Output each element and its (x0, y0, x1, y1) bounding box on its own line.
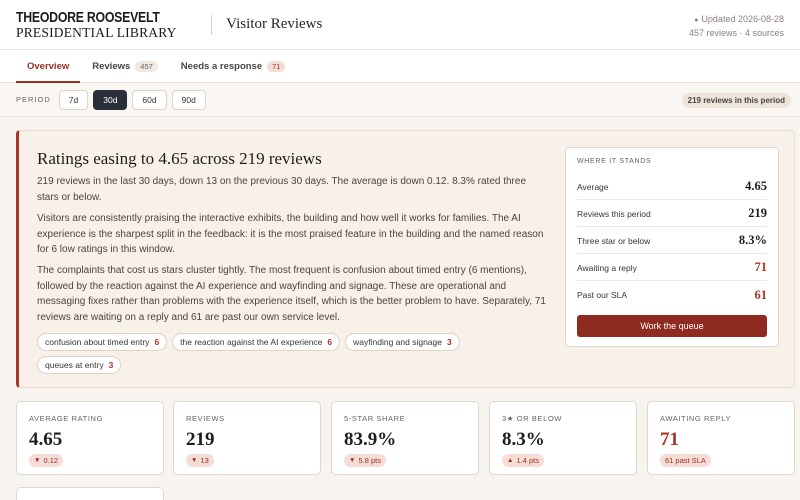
period-label: PERIOD (16, 95, 51, 104)
chip-label: queues at entry (45, 360, 104, 370)
tab-needs-response[interactable]: Needs a response 71 (170, 50, 297, 82)
kpi-five-star-share: 5-STAR SHARE 83.9% ▼ 5.8 pts (331, 401, 479, 475)
kpi-delta: 0.12 (43, 456, 59, 465)
where-it-stands-title: WHERE IT STANDS (577, 158, 652, 165)
kpi-delta-badge: ▼ 0.12 (29, 454, 64, 467)
chip-label: wayfinding and signage (353, 337, 442, 347)
stat-value: 61 (754, 287, 768, 302)
stat-value: 4.65 (745, 179, 767, 193)
down-arrow-icon: ▼ (191, 457, 198, 464)
stat-label: Awaiting a reply (577, 262, 637, 273)
kpi-label: 5-STAR SHARE (344, 414, 406, 423)
logo-line-2: PRESIDENTIAL LIBRARY (16, 24, 177, 40)
logo-line-1: THEODORE ROOSEVELT (16, 8, 160, 26)
stat-label: Reviews this period (577, 208, 651, 219)
stat-awaiting-reply: Awaiting a reply 71 (577, 255, 767, 281)
stat-past-sla: Past our SLA 61 (577, 282, 767, 308)
stat-average: Average 4.65 (577, 174, 767, 200)
summary-card: Ratings easing to 4.65 across 219 review… (16, 130, 795, 388)
kpi-delta: 61 past SLA (665, 456, 706, 465)
kpi-value: 71 (660, 429, 679, 450)
review-source-count: 457 reviews · 4 sources (688, 28, 784, 38)
kpi-delta-badge: ▼ 13 (186, 454, 214, 467)
period-bar: PERIOD 7d 30d 60d 90d 219 reviews in thi… (0, 83, 800, 117)
work-the-queue-button[interactable]: Work the queue (577, 315, 767, 337)
stat-three-star-below: Three star or below 8.3% (577, 228, 767, 254)
chip-count: 6 (327, 337, 333, 347)
where-it-stands-panel: WHERE IT STANDS Average 4.65 Reviews thi… (565, 147, 779, 347)
kpi-label: AWAITING REPLY (660, 414, 732, 423)
stat-reviews-period: Reviews this period 219 (577, 201, 767, 227)
tab-overview-label: Overview (27, 60, 70, 72)
kpi-label: 3★ OR BELOW (502, 414, 563, 423)
kpi-card-partial (16, 487, 164, 500)
kpi-reviews: REVIEWS 219 ▼ 13 (173, 401, 321, 475)
chip-ai-experience[interactable]: the reaction against the AI experience 6 (172, 333, 341, 351)
app-header: THEODORE ROOSEVELT PRESIDENTIAL LIBRARY … (0, 0, 800, 50)
chip-count: 3 (446, 337, 452, 347)
period-90d-button[interactable]: 90d (171, 89, 206, 110)
tab-needs-response-count: 71 (267, 60, 286, 72)
kpi-delta-badge: ▲ 1.4 pts (502, 454, 544, 467)
chip-label: the reaction against the AI experience (180, 337, 323, 347)
page-title: Visitor Reviews (226, 16, 323, 32)
update-status: ● Updated 2026-08-28 457 reviews · 4 sour… (689, 13, 784, 40)
header-divider (211, 14, 213, 35)
kpi-delta-badge: 61 past SLA (660, 454, 711, 467)
period-7d-button[interactable]: 7d (58, 89, 89, 110)
stat-value: 71 (754, 260, 768, 274)
kpi-value: 8.3% (502, 429, 545, 450)
tab-needs-response-label: Needs a response (180, 60, 263, 72)
kpi-awaiting-reply: AWAITING REPLY 71 61 past SLA (647, 401, 795, 475)
stat-label: Three star or below (577, 235, 651, 246)
chip-count: 6 (154, 337, 160, 347)
summary-paragraph-1: 219 reviews in the last 30 days, down 13… (37, 176, 527, 203)
kpi-label: AVERAGE RATING (29, 414, 103, 423)
stat-value: 8.3% (738, 233, 767, 247)
stat-label: Past our SLA (577, 290, 628, 300)
stat-value: 219 (748, 206, 767, 220)
summary-paragraph-3: The complaints that cost us stars cluste… (37, 265, 546, 323)
summary-headline: Ratings easing to 4.65 across 219 review… (37, 149, 322, 168)
status-dot-icon: ● (694, 17, 699, 24)
complaint-chips: confusion about timed entry 6 the reactio… (37, 333, 507, 374)
down-arrow-icon: ▼ (34, 457, 41, 464)
chip-label: confusion about timed entry (45, 337, 150, 347)
kpi-three-star-below: 3★ OR BELOW 8.3% ▲ 1.4 pts (489, 401, 637, 475)
stat-label: Average (577, 181, 609, 192)
chip-timed-entry[interactable]: confusion about timed entry 6 (37, 333, 168, 351)
kpi-value: 83.9% (344, 429, 397, 450)
chip-queues[interactable]: queues at entry 3 (37, 356, 122, 374)
updated-text: Updated 2026-08-28 (701, 14, 784, 24)
kpi-value: 4.65 (29, 429, 63, 450)
kpi-value: 219 (186, 429, 215, 450)
tab-reviews-label: Reviews (92, 60, 131, 72)
kpi-delta: 1.4 pts (516, 456, 539, 465)
up-arrow-icon: ▲ (507, 457, 514, 464)
kpi-label: REVIEWS (186, 414, 225, 423)
tab-reviews-count: 457 (135, 60, 158, 72)
chip-wayfinding[interactable]: wayfinding and signage 3 (345, 333, 460, 351)
kpi-delta: 13 (200, 456, 209, 465)
kpi-average-rating: AVERAGE RATING 4.65 ▼ 0.12 (16, 401, 164, 475)
period-60d-button[interactable]: 60d (132, 89, 167, 110)
period-30d-button[interactable]: 30d (93, 89, 128, 110)
library-logo[interactable]: THEODORE ROOSEVELT PRESIDENTIAL LIBRARY (16, 10, 191, 40)
period-review-count-badge: 219 reviews in this period (681, 93, 791, 108)
kpi-delta-badge: ▼ 5.8 pts (344, 454, 386, 467)
summary-paragraph-2: Visitors are consistently praising the i… (37, 213, 544, 255)
down-arrow-icon: ▼ (349, 457, 356, 464)
tab-reviews[interactable]: Reviews 457 (81, 50, 169, 82)
tab-overview[interactable]: Overview (16, 50, 81, 83)
kpi-delta: 5.8 pts (358, 456, 381, 465)
tab-bar: Overview Reviews 457 Needs a response 71 (0, 50, 800, 83)
chip-count: 3 (108, 360, 114, 370)
